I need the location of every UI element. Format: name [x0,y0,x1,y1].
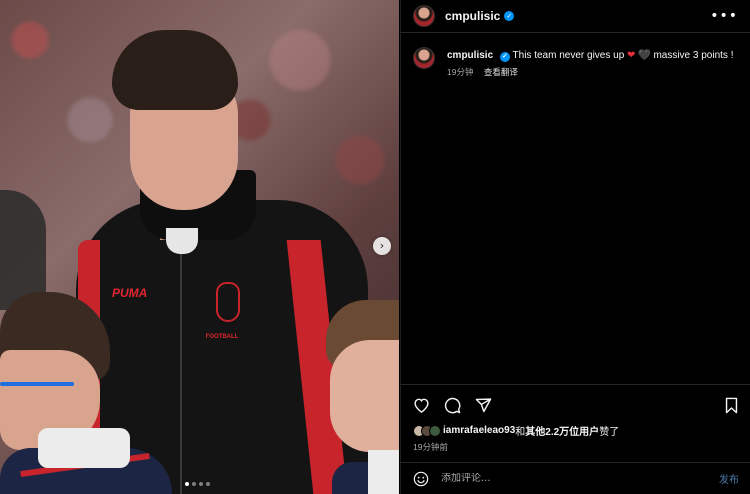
player-hair [112,30,238,110]
liker-avatars [413,424,441,437]
avatar [429,424,441,437]
child-collar [368,450,399,494]
carousel-dot [185,482,189,486]
jacket-zip [180,250,182,494]
child-collar [38,428,130,468]
see-translation-link[interactable]: 查看翻译 [484,67,518,77]
carousel-dots [185,482,210,486]
post-timestamp: 19分钟前 [413,442,448,452]
caption-username[interactable]: cmpulisic [447,50,493,61]
child-face [330,340,399,452]
comment-input[interactable] [441,473,719,484]
comment-bar: 发布 [401,462,750,494]
post-side-panel: cmpulisic ✓ ••• cmpulisic ✓ This team ne… [400,0,750,494]
carousel-next-button[interactable]: › [373,237,391,255]
more-icon[interactable]: ••• [710,8,738,24]
child-shirt [332,462,372,494]
likes-connector: 和 [515,427,526,438]
liker-username[interactable]: iamrafaeleao93 [443,425,515,436]
likes-summary[interactable]: iamrafaeleao93 和 其他2.2万位用户 赞了 [413,423,739,438]
bookmark-icon[interactable] [724,397,739,414]
likes-suffix: 赞了 [599,427,620,438]
carousel-dot [206,482,210,486]
sponsor-logo: FOOTBALL [205,334,239,340]
chevron-right-icon: › [379,239,385,252]
post-actions: iamrafaeleao93 和 其他2.2万位用户 赞了 19分钟前 [401,384,750,453]
red-heart-emoji: ❤ [627,50,636,61]
post-media[interactable]: PUMA FOOTBALL › [0,0,399,494]
heart-icon[interactable] [413,397,430,413]
carousel-dot [199,482,203,486]
post-caption: cmpulisic ✓ This team never gives up ❤ 🖤… [413,47,743,78]
child-glasses [0,382,74,386]
avatar[interactable] [413,5,435,27]
caption-text: This team never gives up [512,50,625,61]
post-comment-button[interactable]: 发布 [719,471,739,486]
comment-icon[interactable] [444,397,461,414]
club-crest [216,282,240,322]
carousel-dot [192,482,196,486]
brand-logo: PUMA [112,286,148,300]
avatar[interactable] [413,47,435,69]
emoji-icon[interactable] [413,471,429,487]
black-heart-emoji: 🖤 [638,50,651,61]
header-username[interactable]: cmpulisic [445,9,500,23]
verified-icon: ✓ [504,11,515,21]
caption-timestamp: 19分钟 [447,67,474,77]
share-icon[interactable] [475,397,492,414]
caption-text-tail: massive 3 points ! [653,50,734,61]
player-undershirt [166,228,198,254]
post-header: cmpulisic ✓ ••• [401,0,750,33]
verified-icon: ✓ [499,52,510,62]
likes-others[interactable]: 其他2.2万位用户 [525,423,599,438]
